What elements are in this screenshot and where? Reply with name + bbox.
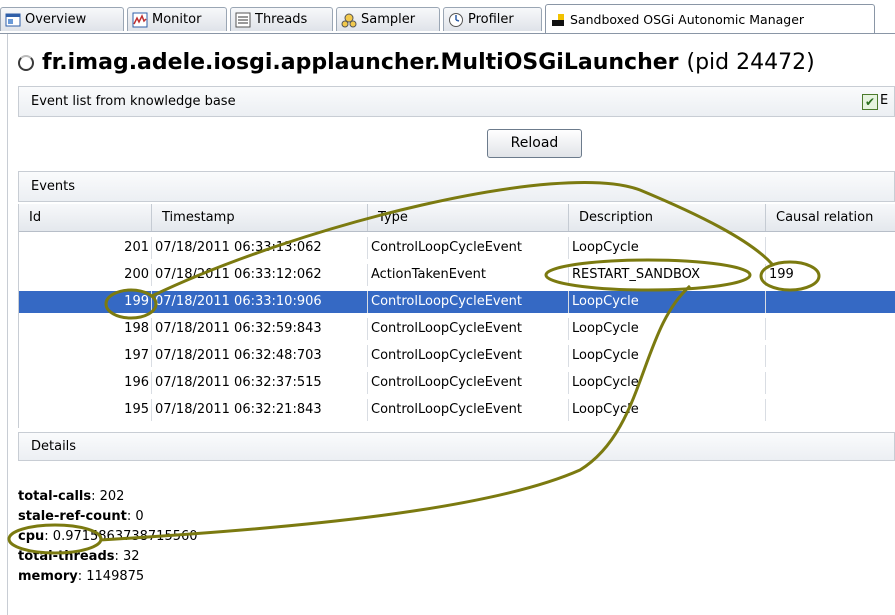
tab-overview[interactable]: Overview [0,7,124,31]
monitor-icon [132,12,148,28]
page-title: fr.imag.adele.iosgi.applauncher.MultiOSG… [18,50,815,75]
details-header: Details [18,432,895,461]
table-row[interactable]: 201 07/18/2011 06:33:13:062 ControlLoopC… [19,237,895,259]
sampler-icon [341,12,357,28]
table-row[interactable]: 197 07/18/2011 06:32:48:703 ControlLoopC… [19,345,895,367]
table-row[interactable]: 198 07/18/2011 06:32:59:843 ControlLoopC… [19,318,895,340]
event-list-title: Event list from knowledge base [31,94,236,109]
table-row[interactable]: 196 07/18/2011 06:32:37:515 ControlLoopC… [19,372,895,394]
tab-bar-divider [0,33,895,34]
detail-total-threads: total-threads: 32 [18,549,140,564]
tab-monitor[interactable]: Monitor [127,7,227,31]
tab-bar: Overview Monitor Threads Sampler Profile… [0,0,895,36]
detail-cpu: cpu: 0.9715863738715560 [18,529,198,544]
profiler-icon [448,12,464,28]
reload-button[interactable]: Reload [487,129,582,158]
column-header-description[interactable]: Description [569,204,766,231]
threads-icon [235,12,251,28]
enable-checkbox-label: E [880,93,889,108]
column-header-timestamp[interactable]: Timestamp [152,204,368,231]
tab-sampler[interactable]: Sampler [336,7,440,31]
table-row[interactable]: 200 07/18/2011 06:33:12:062 ActionTakenE… [19,264,895,286]
tab-sandboxed-osgi-autonomic-manager[interactable]: Sandboxed OSGi Autonomic Manager [545,4,875,34]
event-list-header: Event list from knowledge base [18,86,895,117]
app-pid: (pid 24472) [686,50,815,75]
loading-icon [18,54,34,71]
app-name: fr.imag.adele.iosgi.applauncher.MultiOSG… [42,50,679,75]
column-header-id[interactable]: Id [19,204,152,231]
events-title: Events [31,179,76,194]
detail-stale-ref-count: stale-ref-count: 0 [18,509,144,524]
column-header-type[interactable]: Type [368,204,569,231]
column-header-causal-relation[interactable]: Causal relation [766,204,895,231]
table-row-selected[interactable]: 199 07/18/2011 06:33:10:906 ControlLoopC… [19,291,895,313]
detail-memory: memory: 1149875 [18,569,145,584]
tab-threads[interactable]: Threads [230,7,333,31]
details-list: total-calls: 202 stale-ref-count: 0 cpu:… [18,487,198,587]
enable-checkbox[interactable]: ✔ [862,94,878,110]
events-header: Events [18,171,895,202]
details-title: Details [31,439,77,454]
table-row[interactable]: 195 07/18/2011 06:32:21:843 ControlLoopC… [19,399,895,421]
sandbox-icon [550,12,566,28]
events-table-header: Id Timestamp Type Description Causal rel… [19,204,895,232]
window-left-border [7,34,8,615]
overview-icon [5,12,21,28]
detail-total-calls: total-calls: 202 [18,489,125,504]
events-table: Id Timestamp Type Description Causal rel… [18,204,895,428]
tab-profiler[interactable]: Profiler [443,7,542,31]
